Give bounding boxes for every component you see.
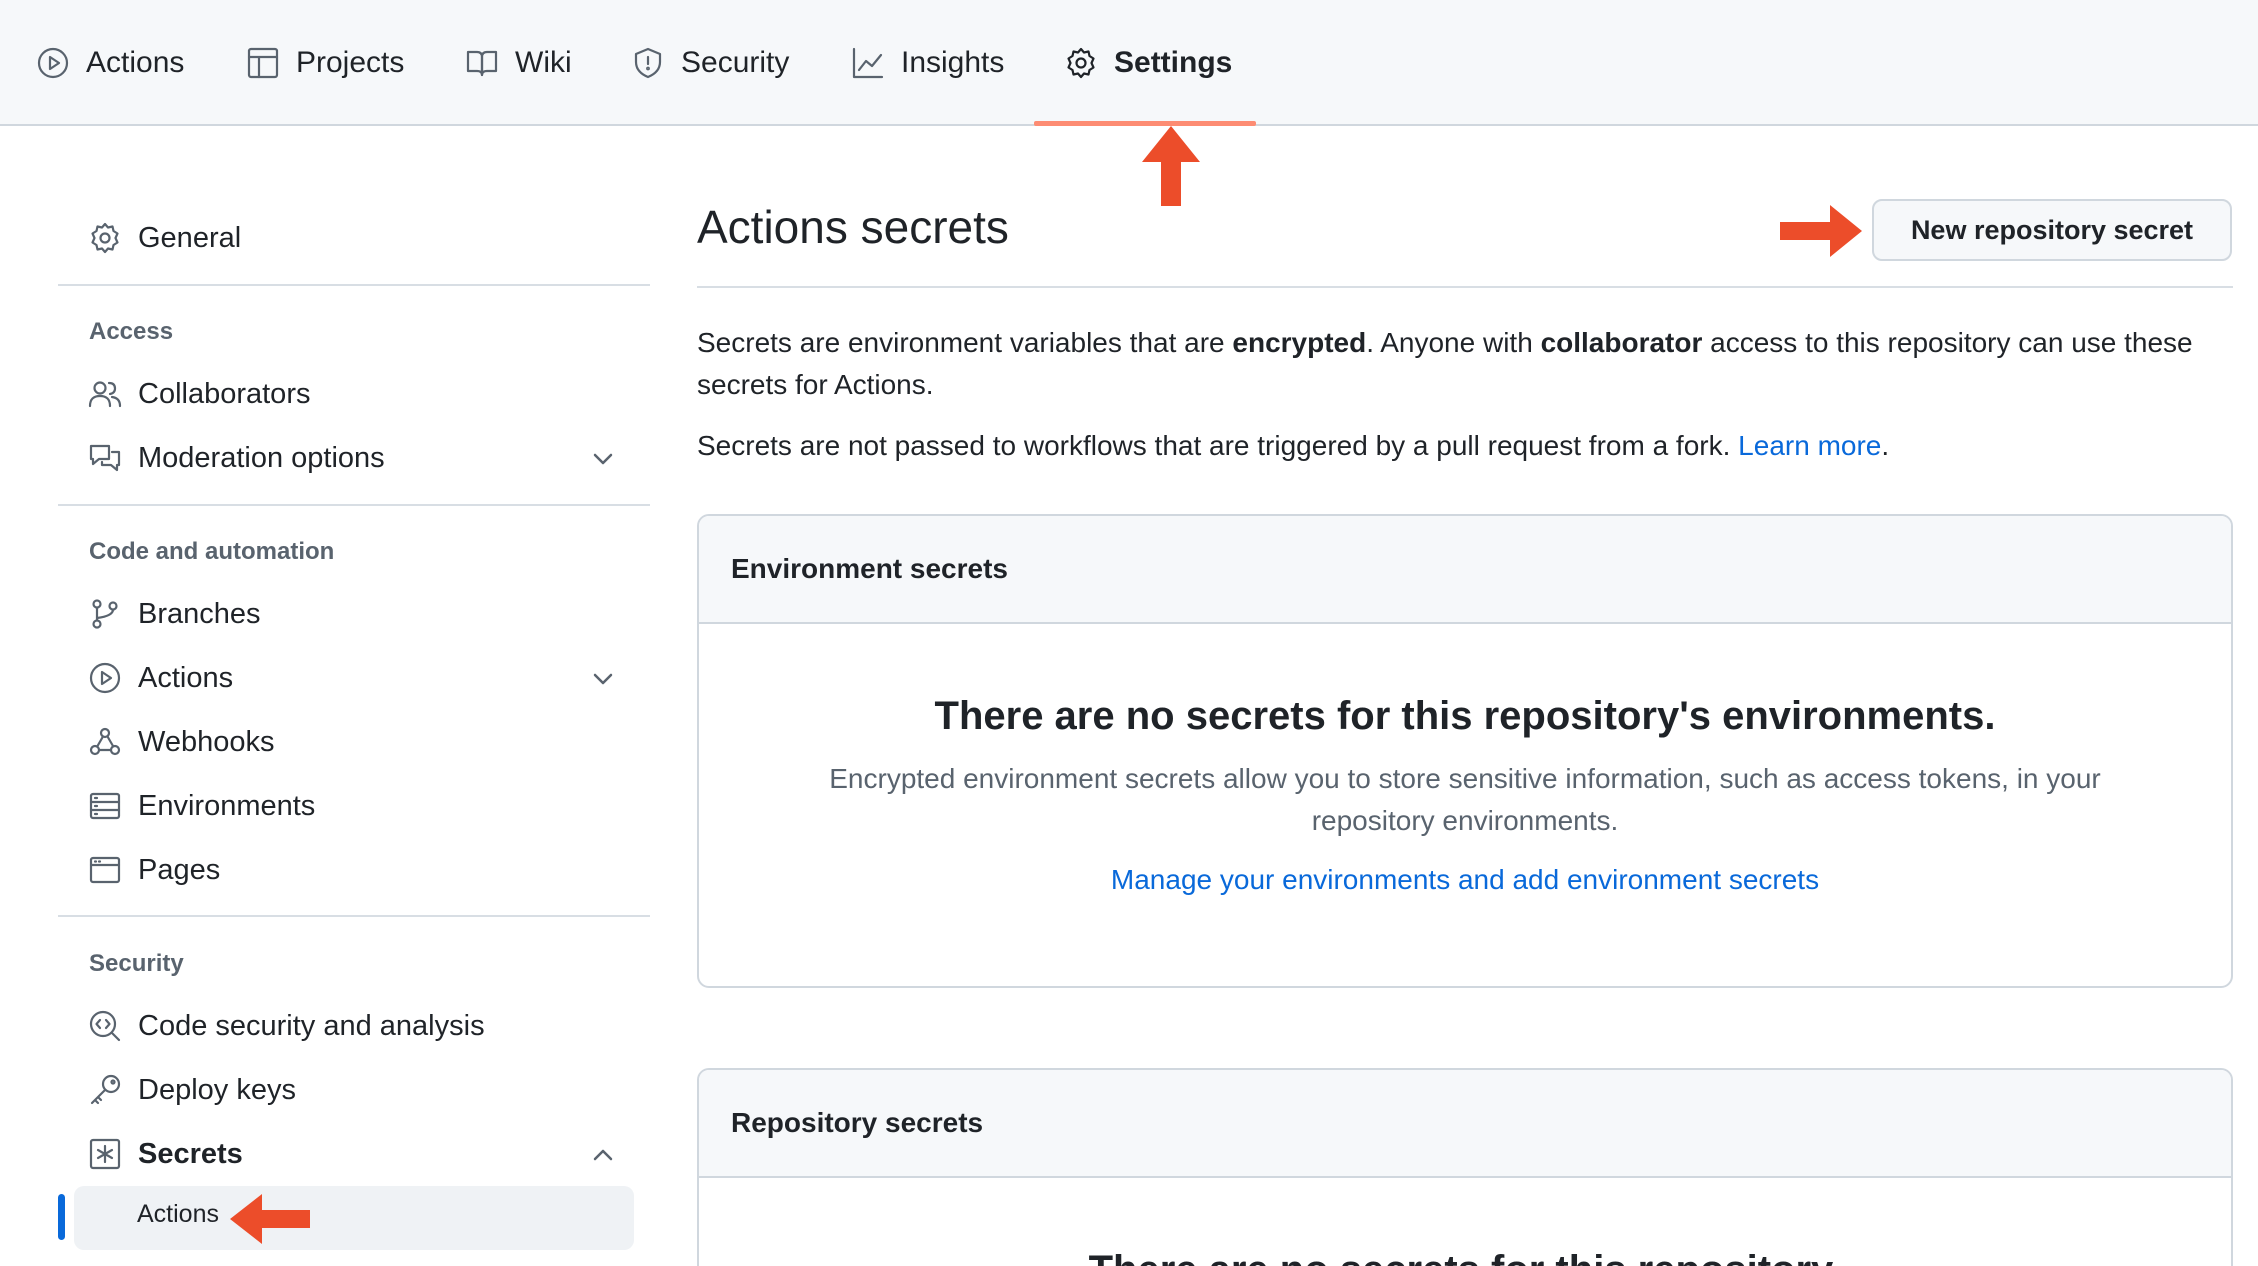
- blankslate-title: There are no secrets for this repository…: [934, 694, 1996, 738]
- repository-secrets-box: Repository secrets There are no secrets …: [697, 1068, 2233, 1266]
- sidebar-item-secrets[interactable]: Secrets: [88, 1128, 243, 1180]
- webhook-icon: [89, 727, 121, 756]
- desc-text: Secrets are not passed to workflows that…: [697, 430, 1739, 461]
- sidebar-heading-security: Security: [89, 950, 184, 977]
- blankslate-description: Encrypted environment secrets allow you …: [829, 763, 2101, 836]
- repo-nav-bar: Actions Projects Wiki Security Insights …: [0, 0, 2258, 126]
- sidebar-item-label: Environments: [138, 789, 316, 822]
- sidebar-item-label: Actions: [138, 661, 234, 694]
- desc-text: .: [1881, 430, 1890, 461]
- sidebar-divider: [58, 915, 650, 917]
- sidebar-item-label: Deploy keys: [138, 1073, 296, 1106]
- tab-projects[interactable]: Projects: [246, 0, 404, 126]
- graph-icon: [852, 47, 884, 79]
- sidebar-divider: [58, 284, 650, 286]
- sidebar-item-deploy-keys[interactable]: Deploy keys: [88, 1064, 296, 1116]
- people-icon: [88, 381, 122, 408]
- tab-label: Actions: [86, 46, 185, 79]
- annotation-arrow-right: [1780, 205, 1862, 257]
- asterisk-icon: [89, 1138, 121, 1170]
- tab-label: Security: [681, 46, 790, 79]
- tab-actions[interactable]: Actions: [36, 0, 184, 126]
- new-repository-secret-button[interactable]: New repository secret: [1872, 199, 2232, 261]
- learn-more-link[interactable]: Learn more: [1738, 430, 1881, 461]
- book-icon: [466, 50, 498, 77]
- sidebar-item-label: Webhooks: [138, 725, 275, 758]
- sidebar-item-label: Pages: [138, 853, 221, 886]
- chevron-up-icon[interactable]: [588, 1140, 618, 1170]
- sidebar-item-collaborators[interactable]: Collaborators: [88, 368, 310, 420]
- title-divider: [697, 286, 2233, 288]
- sidebar-subitem-label[interactable]: Actions: [137, 1200, 219, 1229]
- page-title: Actions secrets: [697, 201, 1009, 253]
- shield-icon: [634, 47, 662, 79]
- sidebar-item-code-security[interactable]: Code security and analysis: [88, 1000, 485, 1052]
- tab-label: Insights: [901, 46, 1005, 79]
- tab-insights[interactable]: Insights: [851, 0, 1004, 126]
- sidebar-item-moderation-options[interactable]: Moderation options: [88, 432, 385, 484]
- sidebar-heading-access: Access: [89, 318, 174, 345]
- sidebar-item-label: Collaborators: [138, 377, 311, 410]
- sidebar-item-pages[interactable]: Pages: [88, 844, 220, 896]
- desc-text: Secrets are environment variables that a…: [697, 327, 1233, 358]
- git-branch-icon: [92, 599, 118, 629]
- tab-settings[interactable]: Settings: [1064, 0, 1232, 126]
- sidebar-item-actions[interactable]: Actions: [88, 652, 233, 704]
- sidebar-item-webhooks[interactable]: Webhooks: [88, 716, 275, 768]
- tab-label: Projects: [296, 46, 405, 79]
- gear-icon: [91, 222, 119, 254]
- comment-discussion-icon: [89, 444, 121, 472]
- codescan-icon: [89, 1010, 121, 1042]
- table-icon: [247, 47, 279, 79]
- sidebar-heading-code-and-automation: Code and automation: [89, 538, 335, 565]
- sidebar-item-environments[interactable]: Environments: [88, 780, 315, 832]
- secrets-description: Secrets are environment variables that a…: [697, 322, 2217, 406]
- fork-notice: Secrets are not passed to workflows that…: [697, 425, 2217, 467]
- browser-icon: [89, 856, 121, 884]
- sidebar-item-label: Code security and analysis: [138, 1009, 485, 1042]
- sidebar-item-label: Moderation options: [138, 441, 385, 474]
- tab-label: Settings: [1114, 46, 1233, 79]
- sidebar-item-label: General: [138, 221, 242, 254]
- box-header: Environment secrets: [699, 516, 2231, 624]
- desc-bold: encrypted: [1232, 327, 1367, 358]
- sidebar-item-general[interactable]: General: [88, 212, 241, 264]
- manage-environments-link[interactable]: Manage your environments and add environ…: [699, 864, 2231, 896]
- active-indicator-bar: [58, 1194, 65, 1240]
- annotation-arrow-up: [1142, 126, 1200, 206]
- tab-security[interactable]: Security: [631, 0, 789, 126]
- desc-text: . Anyone with: [1366, 327, 1541, 358]
- desc-bold: collaborator: [1540, 327, 1703, 358]
- key-icon: [90, 1074, 121, 1105]
- play-circle-icon: [37, 47, 69, 79]
- gear-icon: [1067, 47, 1095, 79]
- annotation-arrow-left: [230, 1194, 310, 1244]
- sidebar-item-label: Secrets: [138, 1137, 243, 1170]
- sidebar-item-branches[interactable]: Branches: [88, 588, 261, 640]
- tab-label: Wiki: [515, 46, 572, 79]
- play-circle-icon: [89, 662, 121, 694]
- server-icon: [89, 792, 121, 820]
- blankslate-title: There are no secrets for this repository…: [699, 1248, 2231, 1266]
- chevron-down-icon[interactable]: [588, 664, 618, 694]
- environment-secrets-box: Environment secrets There are no secrets…: [697, 514, 2233, 988]
- chevron-down-icon[interactable]: [588, 444, 618, 474]
- tab-wiki[interactable]: Wiki: [465, 0, 572, 126]
- box-header: Repository secrets: [699, 1070, 2231, 1178]
- sidebar-item-label: Branches: [138, 597, 261, 630]
- sidebar-divider: [58, 504, 650, 506]
